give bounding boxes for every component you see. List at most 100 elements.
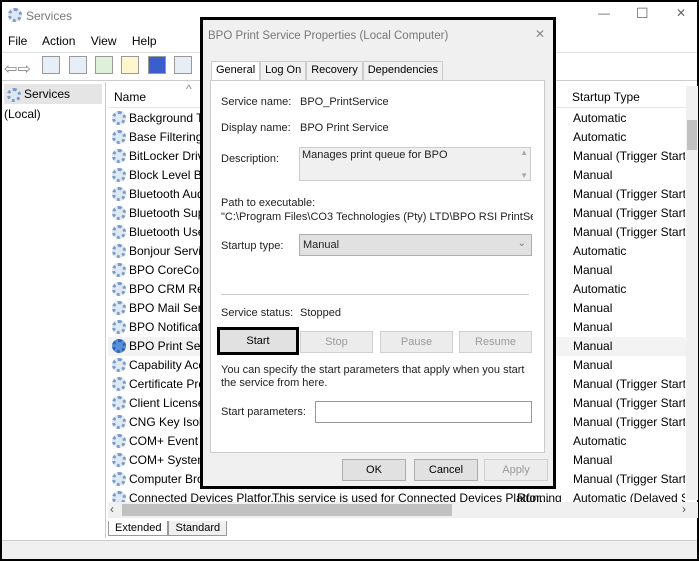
service-gear-icon — [112, 320, 126, 337]
startup-type-value: Manual — [303, 239, 340, 251]
service-startup-type: Manual (Trigger Start) — [573, 396, 685, 410]
startup-type-select[interactable]: Manual ⌄ — [299, 234, 532, 256]
service-startup-type: Manual — [573, 263, 613, 277]
service-startup-type: Automatic — [573, 434, 627, 448]
maximize-button[interactable]: ☐ — [636, 5, 649, 22]
dialog-title: BPO Print Service Properties (Local Comp… — [208, 30, 449, 42]
dialog-close-button[interactable]: ✕ — [535, 27, 545, 41]
menu-help[interactable]: Help — [132, 34, 157, 48]
service-startup-type: Manual (Trigger Start) — [573, 225, 685, 239]
service-startup-type: Manual — [573, 358, 613, 372]
tab-log-on[interactable]: Log On — [260, 61, 307, 81]
service-gear-icon — [112, 339, 126, 356]
service-startup-type: Manual (Trigger Start) — [573, 377, 685, 391]
service-gear-icon — [112, 377, 126, 394]
cancel-button[interactable]: Cancel — [414, 459, 478, 481]
tree-pane: Services (Local) — [2, 82, 106, 538]
status-bar — [2, 540, 697, 559]
service-gear-icon — [112, 130, 126, 147]
service-gear-icon — [112, 149, 126, 166]
service-status-value: Stopped — [300, 307, 341, 319]
menu-action[interactable]: Action — [42, 34, 75, 48]
scroll-right-icon[interactable]: › — [682, 502, 686, 516]
service-gear-icon — [112, 225, 126, 242]
service-startup-type: Automatic — [573, 282, 627, 296]
tab-general[interactable]: General — [211, 61, 261, 82]
tab-extended[interactable]: Extended — [108, 521, 169, 536]
properties-dialog: BPO Print Service Properties (Local Comp… — [200, 17, 556, 489]
menu-file[interactable]: File — [8, 34, 27, 48]
back-icon[interactable]: ⇦ — [4, 61, 17, 78]
service-name: BitLocker Drive — [129, 149, 211, 163]
service-name-value: BPO_PrintService — [300, 96, 389, 108]
service-startup-type: Manual — [573, 168, 613, 182]
start-parameters-hint: You can specify the start parameters tha… — [221, 364, 525, 389]
resume-button[interactable]: Resume — [459, 331, 532, 353]
service-gear-icon — [112, 111, 126, 128]
vertical-scroll-thumb[interactable] — [687, 120, 697, 150]
horizontal-scrollbar[interactable]: ‹ › — [108, 502, 698, 518]
service-gear-icon — [112, 282, 126, 299]
service-startup-type: Manual (Trigger Start) — [573, 472, 685, 486]
tab-dependencies[interactable]: Dependencies — [362, 61, 444, 81]
show-hide-tree-icon[interactable] — [42, 56, 61, 74]
service-gear-icon — [112, 434, 126, 451]
chevron-down-icon: ⌄ — [517, 238, 526, 249]
scroll-up-icon[interactable]: ▲ — [520, 148, 528, 157]
minimize-button[interactable]: — — [598, 6, 610, 20]
view-tabs: Extended Standard — [108, 521, 228, 536]
close-button[interactable]: ✕ — [676, 6, 686, 20]
properties-icon[interactable] — [68, 56, 87, 74]
service-gear-icon — [112, 358, 126, 375]
display-name-value: BPO Print Service — [300, 122, 389, 134]
window-title: Services — [26, 9, 73, 23]
service-gear-icon — [112, 263, 126, 280]
start-parameters-label: Start parameters: — [221, 406, 306, 418]
service-startup-type: Manual (Trigger Start) — [573, 206, 685, 220]
start-button[interactable]: Start — [217, 327, 299, 355]
column-startup-type[interactable]: Startup Type — [572, 90, 640, 104]
general-tab-panel: Service name: BPO_PrintService Display n… — [210, 80, 545, 453]
toolbar: ⇦⇨ — [4, 56, 197, 79]
service-gear-icon — [112, 206, 126, 223]
vertical-scrollbar[interactable] — [686, 86, 698, 500]
start-parameters-input[interactable] — [315, 401, 532, 423]
service-name-label: Service name: — [221, 96, 292, 108]
horizontal-scroll-thumb[interactable] — [122, 504, 452, 516]
tab-standard[interactable]: Standard — [168, 521, 228, 536]
service-gear-icon — [112, 187, 126, 204]
ok-button[interactable]: OK — [342, 459, 406, 481]
refresh-icon[interactable] — [94, 56, 113, 74]
service-startup-type: Manual (Trigger Start) — [573, 415, 685, 429]
export-icon[interactable] — [121, 56, 140, 74]
service-startup-type: Manual — [573, 339, 613, 353]
services-app-icon — [8, 8, 22, 25]
divider — [221, 294, 529, 295]
pause-button[interactable]: Pause — [380, 331, 453, 353]
forward-icon[interactable]: ⇨ — [17, 61, 30, 78]
action-pane-icon[interactable] — [173, 56, 192, 74]
service-startup-type: Manual (Trigger Start) — [573, 187, 685, 201]
path-value: "C:\Program Files\CO3 Technologies (Pty)… — [221, 211, 533, 223]
path-label: Path to executable: — [221, 197, 316, 209]
apply-button[interactable]: Apply — [484, 459, 548, 481]
service-startup-type: Manual — [573, 301, 613, 315]
menu-view[interactable]: View — [91, 34, 117, 48]
scroll-left-icon[interactable]: ‹ — [110, 502, 114, 516]
scroll-down-icon[interactable]: ▼ — [520, 171, 528, 180]
description-label: Description: — [221, 153, 280, 165]
description-box[interactable]: Manages print queue for BPO ▲ ▼ — [299, 147, 531, 181]
tab-recovery[interactable]: Recovery — [306, 61, 363, 81]
service-gear-icon — [112, 244, 126, 261]
startup-type-label: Startup type: — [221, 240, 284, 252]
menu-bar: File Action View Help — [8, 34, 169, 48]
description-text: Manages print queue for BPO — [302, 149, 448, 161]
column-name[interactable]: Name — [114, 90, 146, 104]
service-startup-type: Manual (Trigger Start) — [573, 149, 685, 163]
service-status-label: Service status: — [221, 307, 294, 319]
service-gear-icon — [112, 453, 126, 470]
tree-item-services-local[interactable]: Services (Local) — [4, 84, 102, 121]
help-icon[interactable] — [147, 56, 166, 74]
service-startup-type: Manual — [573, 320, 613, 334]
stop-button[interactable]: Stop — [300, 331, 373, 353]
